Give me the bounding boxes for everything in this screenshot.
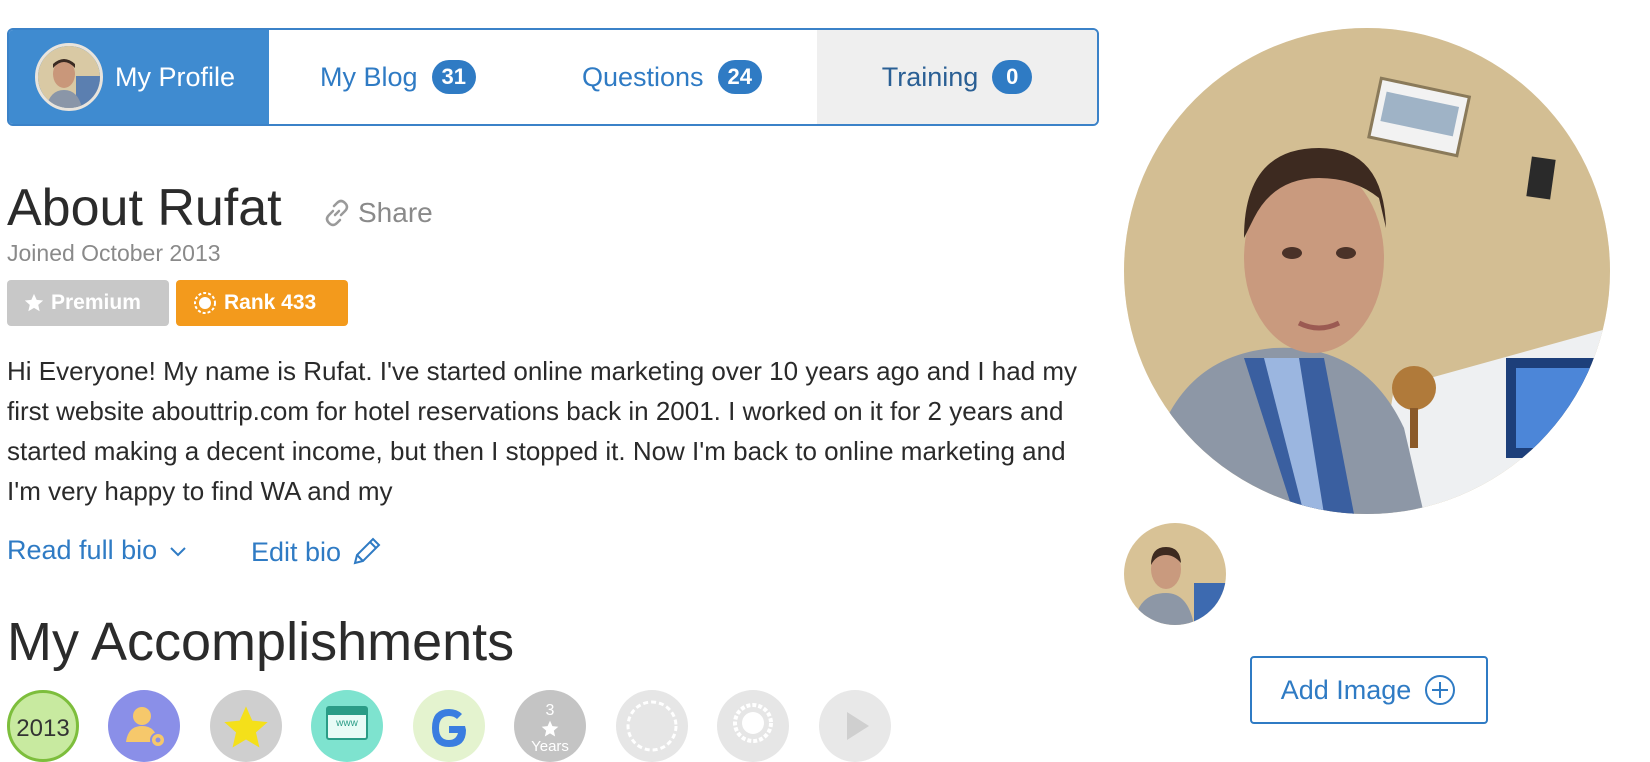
rank-label: Rank 433: [224, 291, 317, 314]
star-icon: [224, 706, 268, 748]
seal-medal[interactable]: [616, 690, 688, 762]
years-medal[interactable]: 3 Years: [514, 690, 586, 762]
medal-years-label: Years: [531, 738, 569, 755]
page-title: About Rufat: [7, 179, 282, 237]
premium-badge: Premium: [7, 280, 169, 326]
award-ribbon-icon: [733, 703, 773, 743]
seal-icon: [626, 700, 678, 752]
star-medal[interactable]: [210, 690, 282, 762]
rank-icon: [194, 292, 216, 314]
profile-tabs: My Profile My Blog 31 Questions 24 Train…: [7, 28, 1099, 126]
pencil-icon: [353, 537, 381, 565]
star-icon: [541, 720, 559, 737]
edit-bio-label: Edit bio: [251, 536, 342, 567]
tab-training[interactable]: Training 0: [817, 30, 1097, 124]
user-gear-icon: [126, 707, 166, 748]
play-icon: [847, 712, 869, 740]
tab-avatar: [35, 43, 103, 111]
user-settings-medal[interactable]: [108, 690, 180, 762]
blog-count-badge: 31: [431, 60, 477, 94]
add-image-button[interactable]: Add Image: [1250, 656, 1488, 724]
share-label: Share: [358, 197, 433, 228]
google-icon: [432, 709, 466, 747]
tab-training-label: Training: [881, 61, 979, 92]
questions-count-badge: 24: [717, 60, 763, 94]
browser-window-icon: www: [326, 706, 368, 740]
google-medal[interactable]: [413, 690, 485, 762]
plus-circle-icon: [1425, 675, 1456, 705]
star-icon: [24, 293, 44, 312]
add-image-label: Add Image: [1280, 674, 1412, 705]
accomplishment-medals: 2013 www 3 Years: [7, 690, 907, 762]
tab-questions-label: Questions: [581, 61, 704, 92]
year-medal[interactable]: 2013: [7, 690, 79, 762]
medal-www-label: www: [336, 718, 358, 729]
rank-badge[interactable]: Rank 433: [176, 280, 348, 326]
video-medal[interactable]: [819, 690, 891, 762]
share-link[interactable]: Share: [322, 197, 433, 229]
award-medal[interactable]: [717, 690, 789, 762]
training-count-badge: 0: [992, 60, 1033, 94]
medal-year-label: 2013: [16, 715, 70, 742]
website-medal[interactable]: www: [311, 690, 383, 762]
read-full-bio-label: Read full bio: [7, 535, 158, 565]
profile-photo: [1124, 28, 1610, 514]
tab-my-blog[interactable]: My Blog 31: [269, 30, 527, 124]
read-full-bio-link[interactable]: Read full bio: [7, 535, 191, 566]
tab-questions[interactable]: Questions 24: [527, 30, 817, 124]
premium-label: Premium: [51, 291, 141, 314]
joined-date: Joined October 2013: [7, 240, 221, 266]
accomplishments-title: My Accomplishments: [7, 612, 515, 672]
medal-years-count: 3: [545, 702, 555, 719]
tab-my-profile-label: My Profile: [115, 61, 236, 92]
tab-my-blog-label: My Blog: [319, 61, 418, 92]
bio-text: Hi Everyone! My name is Rufat. I've star…: [7, 356, 1078, 506]
edit-bio-link[interactable]: Edit bio: [251, 535, 383, 569]
photo-thumbnail[interactable]: [1124, 523, 1226, 625]
chevron-down-icon: [170, 546, 186, 556]
tab-my-profile[interactable]: My Profile: [9, 30, 269, 124]
share-link-icon: [325, 199, 349, 227]
